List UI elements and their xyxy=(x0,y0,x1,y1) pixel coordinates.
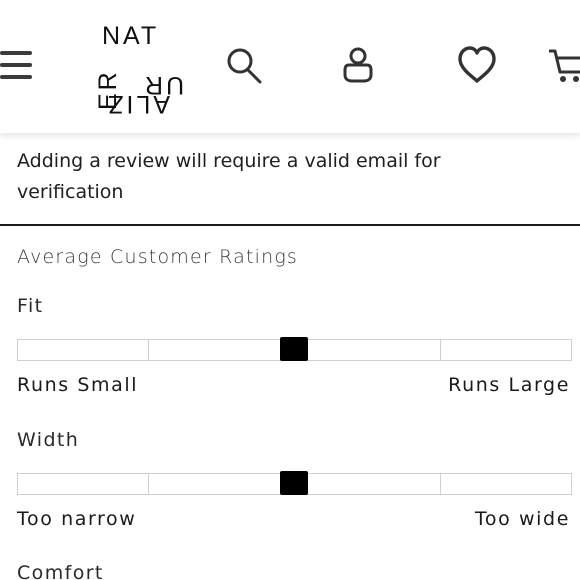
site-header: NAT ER UR ALIZ xyxy=(0,0,580,133)
width-min-label: Too narrow xyxy=(17,508,137,530)
search-icon[interactable] xyxy=(224,42,264,88)
cart-icon[interactable] xyxy=(548,42,580,88)
width-scale-segment xyxy=(289,473,441,495)
menu-icon[interactable] xyxy=(0,45,34,85)
fit-scale-segment xyxy=(17,339,149,361)
fit-scale-segment xyxy=(440,339,572,361)
fit-scale-segment xyxy=(289,339,441,361)
page: NAT ER UR ALIZ Adding a review will requ… xyxy=(0,0,580,580)
heart-icon[interactable] xyxy=(455,42,499,88)
fit-rating-marker xyxy=(280,337,308,361)
comfort-label: Comfort xyxy=(17,562,104,580)
fit-max-label: Runs Large xyxy=(448,374,570,396)
fit-min-label: Runs Small xyxy=(17,374,139,396)
ratings-title: Average Customer Ratings xyxy=(17,246,299,268)
width-max-label: Too wide xyxy=(474,508,570,530)
width-rating-scale xyxy=(17,471,572,495)
width-label: Width xyxy=(17,429,80,451)
fit-rating-scale xyxy=(17,337,572,361)
brand-logo[interactable]: NAT ER UR ALIZ xyxy=(94,22,184,119)
account-icon[interactable] xyxy=(340,42,376,88)
logo-text-bottom: ALIZ xyxy=(105,90,170,118)
width-scale-segment xyxy=(17,473,149,495)
fit-label: Fit xyxy=(17,295,44,317)
review-email-notice: Adding a review will require a valid ema… xyxy=(17,150,441,203)
logo-text-top: NAT xyxy=(102,22,160,50)
fit-scale-segment xyxy=(148,339,290,361)
width-scale-segment xyxy=(440,473,572,495)
section-divider xyxy=(0,224,580,226)
width-rating-marker xyxy=(280,471,308,495)
width-scale-segment xyxy=(148,473,290,495)
